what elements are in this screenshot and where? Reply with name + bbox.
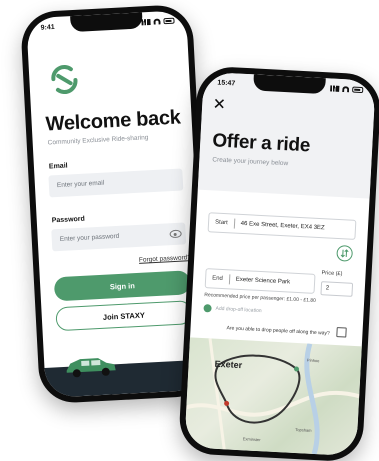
sign-in-button[interactable]: Sign in	[53, 270, 191, 302]
staxy-logo-icon	[51, 65, 78, 95]
email-label: Email	[48, 162, 68, 171]
map-place-label: Exminster	[242, 436, 261, 443]
status-time: 9:41	[40, 23, 55, 32]
email-field[interactable]: Enter your email	[48, 168, 184, 198]
add-location-icon	[203, 304, 212, 313]
add-dropoff-row[interactable]: Add drop-off location	[203, 304, 262, 315]
route-map[interactable]: Exeter Pinhoe Topsham Exminster	[184, 337, 362, 457]
end-tag: End	[205, 273, 231, 285]
page-subtitle: Community Exclusive Ride-sharing	[47, 134, 149, 147]
end-value: Exeter Science Park	[235, 276, 291, 286]
forgot-password-link[interactable]: Forgot password?	[139, 254, 191, 264]
password-label: Password	[51, 215, 86, 225]
status-time: 15:47	[217, 78, 236, 87]
map-place-label: Topsham	[295, 427, 312, 433]
signal-icon	[141, 18, 151, 26]
start-value: 46 Exe Street, Exeter, EX4 3EZ	[240, 220, 325, 232]
price-input[interactable]: 2	[320, 281, 354, 297]
battery-icon	[163, 17, 175, 25]
status-icons	[330, 85, 364, 94]
map-city-label: Exeter	[214, 358, 243, 371]
dropoff-question: Are you able to drop people off along th…	[226, 325, 330, 337]
status-icons	[141, 17, 175, 26]
status-bar: 9:41	[40, 15, 175, 34]
wifi-icon	[342, 86, 350, 93]
dropoff-checkbox[interactable]	[336, 327, 347, 338]
price-label: Price (£)	[321, 270, 343, 278]
start-location-field[interactable]: Start 46 Exe Street, Exeter, EX4 3EZ	[207, 212, 357, 240]
map-place-label: Pinhoe	[306, 357, 320, 364]
recommended-price: Recommended price per passenger: £1.00 -…	[204, 292, 317, 304]
car-icon	[66, 358, 116, 378]
login-screen: 9:41 Welcome back Community Exclusive Ri…	[26, 10, 206, 398]
signal-icon	[330, 85, 340, 92]
join-staxy-button[interactable]: Join STAXY	[55, 300, 193, 332]
page-title: Welcome back	[45, 106, 182, 136]
wifi-icon	[153, 18, 161, 25]
close-icon[interactable]	[214, 98, 225, 109]
dropoff-placeholder: Add drop-off location	[215, 305, 262, 315]
start-tag: Start	[208, 217, 235, 229]
password-field[interactable]: Enter your password	[51, 222, 187, 252]
offer-ride-phone: 15:47 Offer a ride Create your journey b…	[177, 65, 379, 461]
map-route-svg	[185, 338, 360, 455]
swap-locations-icon[interactable]	[336, 244, 354, 262]
battery-icon	[352, 86, 364, 94]
end-location-field[interactable]: End Exeter Science Park	[204, 268, 316, 294]
offer-ride-screen: 15:47 Offer a ride Create your journey b…	[184, 71, 376, 457]
